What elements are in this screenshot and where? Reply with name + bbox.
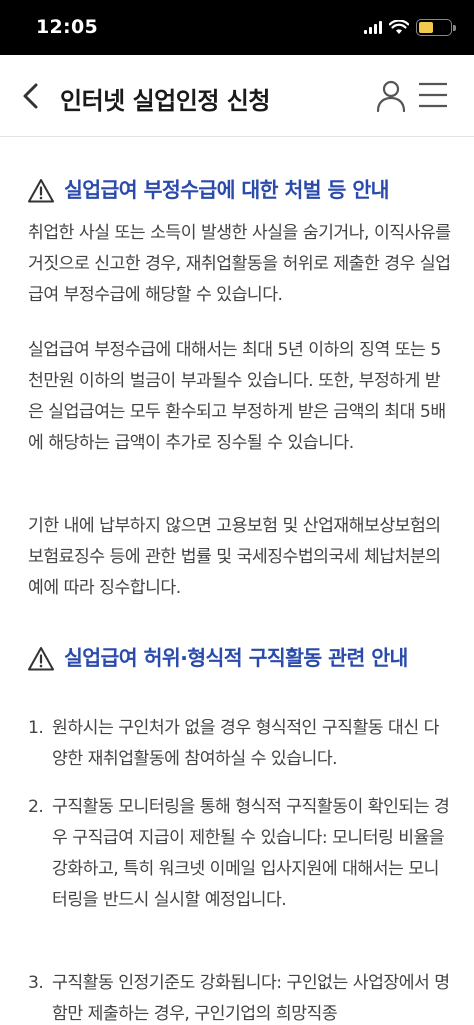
menu-button[interactable]: [414, 77, 452, 115]
warning-icon: [28, 179, 54, 203]
chevron-left-icon: [23, 83, 38, 109]
list-number: 1.: [28, 718, 44, 738]
hamburger-menu-icon: [419, 82, 447, 108]
app-header: 인터넷 실업인정 신청: [0, 55, 474, 137]
status-icons: [364, 19, 456, 36]
user-button[interactable]: [372, 77, 410, 115]
list-item: 1. 원하시는 구인처가 없을 경우 형식적인 구직활동 대신 다양한 재취업활…: [28, 713, 452, 775]
section-heading-penalty: 실업급여 부정수급에 대한 처벌 등 안내: [28, 176, 474, 204]
list-text: 구직활동 모니터링을 통해 형식적 구직활동이 확인되는 경우 구직급여 지급이…: [52, 797, 450, 910]
paragraph: 취업한 사실 또는 소득이 발생한 사실을 숨기거나, 이직사유를 거짓으로 신…: [28, 223, 451, 305]
wifi-icon: [389, 20, 409, 34]
section-heading-job-search: 실업급여 허위·형식적 구직활동 관련 안내: [28, 644, 474, 672]
battery-icon: [416, 19, 456, 36]
paragraph: 실업급여 부정수급에 대해서는 최대 5년 이하의 징역 또는 5천만원 이하의…: [28, 340, 446, 453]
list-number: 3.: [28, 973, 44, 993]
battery-level: [419, 22, 433, 33]
status-bar: 12:05: [0, 0, 474, 55]
list-item: 2. 구직활동 모니터링을 통해 형식적 구직활동이 확인되는 경우 구직급여 …: [28, 792, 452, 916]
user-icon: [376, 80, 406, 113]
page-title: 인터넷 실업인정 신청: [60, 87, 270, 115]
cellular-signal-icon: [364, 21, 382, 34]
paragraph: 기한 내에 납부하지 않으면 고용보험 및 산업재해보상보험의 보험료징수 등에…: [28, 516, 441, 598]
main-content: 실업급여 부정수급에 대한 처벌 등 안내 취업한 사실 또는 소득이 발생한 …: [0, 138, 474, 1025]
list-text: 원하시는 구인처가 없을 경우 형식적인 구직활동 대신 다양한 재취업활동에 …: [52, 718, 439, 769]
back-button[interactable]: [14, 77, 50, 115]
list-text: 구직활동 인정기준도 강화됩니다: 구인없는 사업장에서 명함만 제출하는 경우…: [52, 973, 450, 1024]
list-number: 2.: [28, 797, 44, 817]
status-time: 12:05: [36, 16, 98, 38]
section-title: 실업급여 부정수급에 대한 처벌 등 안내: [64, 178, 389, 202]
list-item: 3. 구직활동 인정기준도 강화됩니다: 구인없는 사업장에서 명함만 제출하는…: [28, 968, 452, 1025]
section-title: 실업급여 허위·형식적 구직활동 관련 안내: [64, 646, 408, 670]
warning-icon: [28, 647, 54, 671]
